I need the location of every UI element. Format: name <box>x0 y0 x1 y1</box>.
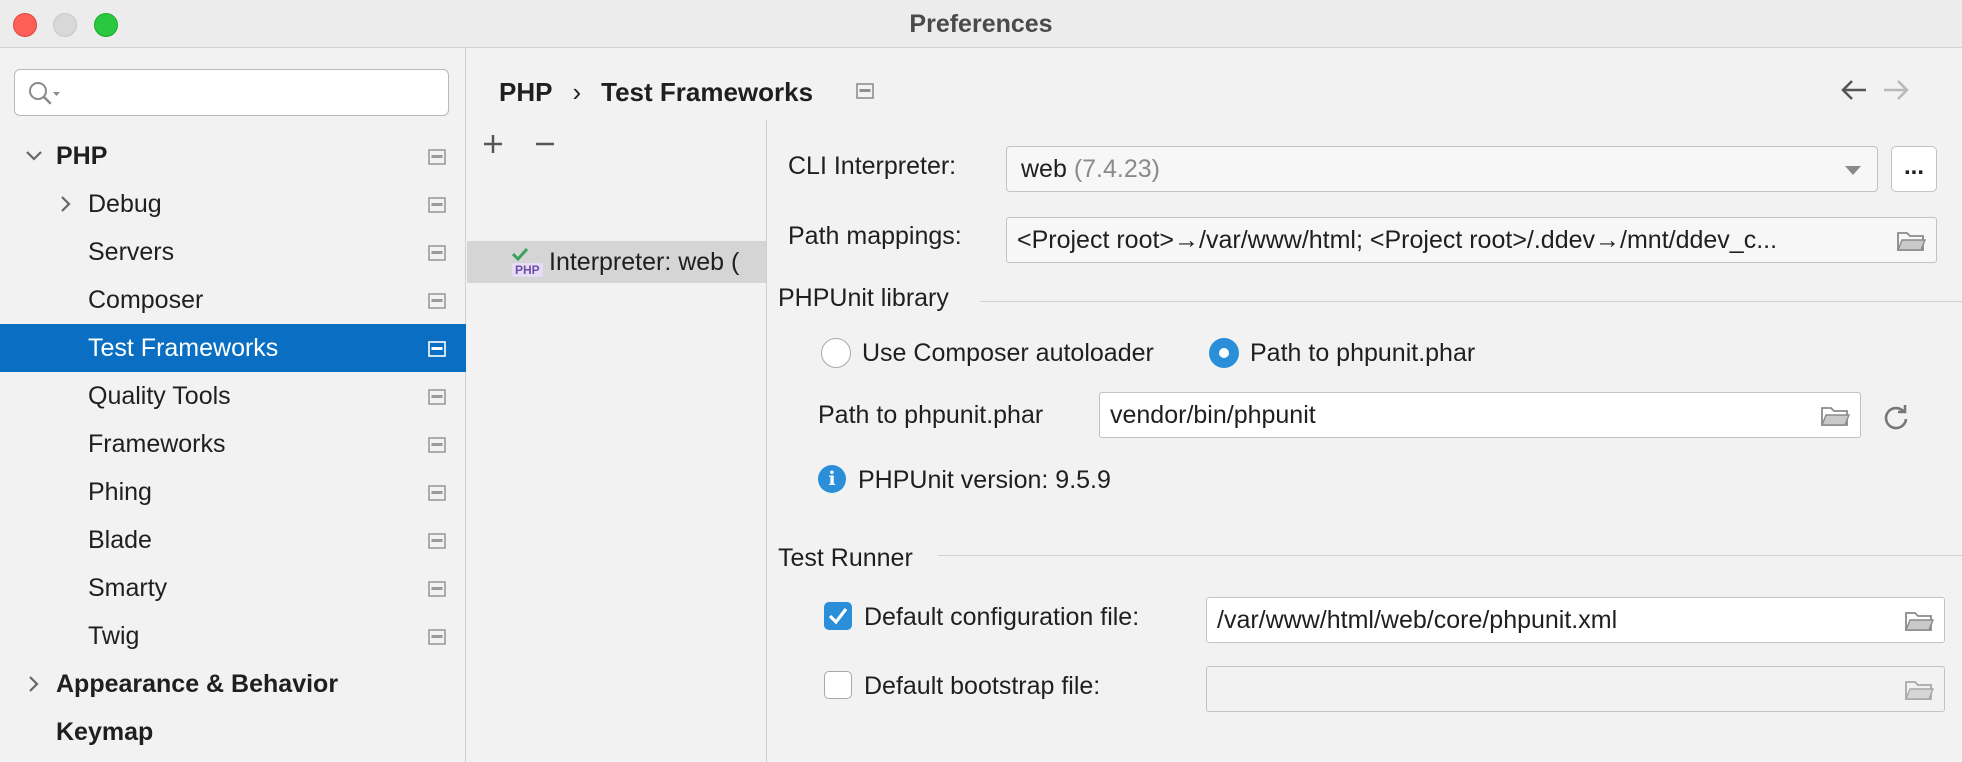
sidebar-item-frameworks[interactable]: Frameworks <box>0 420 466 468</box>
cli-interpreter-select[interactable]: web (7.4.23) <box>1006 146 1878 192</box>
sidebar-item-composer[interactable]: Composer <box>0 276 466 324</box>
phpunit-phar-option-label[interactable]: Path to phpunit.phar <box>1250 339 1475 368</box>
back-arrow-icon[interactable] <box>1839 76 1869 104</box>
sidebar-item-label: Test Frameworks <box>88 334 279 362</box>
browse-interpreters-button[interactable]: ... <box>1891 146 1937 192</box>
search-input[interactable] <box>14 69 449 116</box>
default-config-input[interactable]: /var/www/html/web/core/phpunit.xml <box>1206 597 1945 643</box>
default-bootstrap-input[interactable] <box>1206 666 1945 712</box>
phar-path-value: vendor/bin/phpunit <box>1110 401 1316 429</box>
path-mappings-label: Path mappings: <box>788 222 962 250</box>
main-panel: PHP › Test Frameworks PHP Interpreter: web… <box>467 48 1962 762</box>
project-level-icon <box>428 245 446 261</box>
breadcrumb-current: Test Frameworks <box>601 77 814 107</box>
test-runner-title: Test Runner <box>778 544 913 572</box>
default-bootstrap-label[interactable]: Default bootstrap file: <box>864 672 1100 701</box>
folder-icon[interactable] <box>1904 678 1934 702</box>
title-bar: Preferences <box>0 0 1962 48</box>
chevron-down-icon[interactable] <box>24 146 44 166</box>
project-level-icon <box>428 389 446 405</box>
path-mappings-field[interactable]: <Project root>→/var/www/html; <Project r… <box>1006 217 1937 263</box>
add-icon[interactable] <box>481 132 505 161</box>
project-level-icon <box>428 437 446 453</box>
chevron-right-icon[interactable] <box>56 194 76 214</box>
sidebar: PHP Debug Servers Composer Test Frameworks Qu… <box>0 48 466 762</box>
refresh-icon[interactable] <box>1882 403 1910 431</box>
sidebar-item-phing[interactable]: Phing <box>0 468 466 516</box>
configurations-list: PHP Interpreter: web ( <box>467 120 767 762</box>
project-level-icon <box>856 83 874 99</box>
sidebar-item-label: Smarty <box>88 574 168 602</box>
default-config-checkbox[interactable] <box>824 602 852 630</box>
sidebar-item-label: Servers <box>88 238 175 266</box>
sidebar-item-smarty[interactable]: Smarty <box>0 564 466 612</box>
sidebar-item-label: Blade <box>88 526 152 554</box>
sidebar-item-label: Debug <box>88 190 162 218</box>
remove-icon[interactable] <box>533 132 557 161</box>
project-level-icon <box>428 629 446 645</box>
phar-path-label: Path to phpunit.phar <box>818 401 1044 429</box>
default-config-label[interactable]: Default configuration file: <box>864 603 1139 632</box>
sidebar-item-servers[interactable]: Servers <box>0 228 466 276</box>
phpunit-phar-radio[interactable] <box>1209 338 1239 368</box>
folder-icon[interactable] <box>1896 229 1926 253</box>
section-divider <box>980 301 1962 302</box>
forward-arrow-icon[interactable] <box>1881 76 1911 104</box>
project-level-icon <box>428 581 446 597</box>
check-icon <box>511 247 529 261</box>
folder-icon[interactable] <box>1904 609 1934 633</box>
sidebar-item-label: Frameworks <box>88 430 226 458</box>
checkmark-icon <box>828 608 848 625</box>
breadcrumb-separator: › <box>572 77 582 107</box>
php-icon: PHP <box>512 263 543 277</box>
chevron-right-icon[interactable] <box>24 674 44 694</box>
project-level-icon <box>428 149 446 165</box>
sidebar-item-label: Phing <box>88 478 152 506</box>
sidebar-item-debug[interactable]: Debug <box>0 180 466 228</box>
project-level-icon <box>428 533 446 549</box>
sidebar-item-label: Composer <box>88 286 204 314</box>
default-config-value: /var/www/html/web/core/phpunit.xml <box>1217 606 1618 634</box>
sidebar-item-twig[interactable]: Twig <box>0 612 466 660</box>
phar-path-input[interactable]: vendor/bin/phpunit <box>1099 392 1861 438</box>
composer-autoloader-radio[interactable] <box>821 338 851 368</box>
sidebar-item-test-frameworks[interactable]: Test Frameworks <box>0 324 466 372</box>
list-item-label: Interpreter: web ( <box>549 248 740 276</box>
project-level-icon <box>428 485 446 501</box>
sidebar-item-php[interactable]: PHP <box>0 132 466 180</box>
folder-icon[interactable] <box>1820 404 1850 428</box>
composer-autoloader-label[interactable]: Use Composer autoloader <box>862 339 1154 368</box>
sidebar-item-blade[interactable]: Blade <box>0 516 466 564</box>
breadcrumb: PHP › Test Frameworks <box>499 74 813 110</box>
cli-interpreter-label: CLI Interpreter: <box>788 152 957 180</box>
sidebar-item-label: PHP <box>56 142 108 170</box>
default-bootstrap-checkbox[interactable] <box>824 671 852 699</box>
sidebar-item-label: Twig <box>88 622 140 650</box>
cli-interpreter-version: (7.4.23) <box>1066 155 1160 183</box>
sidebar-item-keymap[interactable]: Keymap <box>0 708 466 756</box>
list-item[interactable]: PHP Interpreter: web ( <box>467 241 766 283</box>
phpunit-version-text: PHPUnit version: 9.5.9 <box>858 466 1111 494</box>
chevron-down-icon <box>1845 166 1861 175</box>
phpunit-library-title: PHPUnit library <box>778 284 949 312</box>
breadcrumb-parent[interactable]: PHP <box>499 77 552 107</box>
project-level-icon <box>428 293 446 309</box>
window-title: Preferences <box>909 10 1053 38</box>
sidebar-item-appearance-behavior[interactable]: Appearance & Behavior <box>0 660 466 708</box>
info-icon: i <box>818 465 846 493</box>
project-level-icon <box>428 341 446 357</box>
search-icon[interactable] <box>27 80 61 106</box>
project-level-icon <box>428 197 446 213</box>
sidebar-item-label: Keymap <box>56 718 154 746</box>
sidebar-item-label: Quality Tools <box>88 382 231 410</box>
sidebar-item-label: Appearance & Behavior <box>56 670 339 698</box>
sidebar-item-quality-tools[interactable]: Quality Tools <box>0 372 466 420</box>
cli-interpreter-name: web <box>1021 155 1067 183</box>
section-divider <box>938 555 1962 556</box>
path-mappings-value: <Project root>→/var/www/html; <Project r… <box>1017 226 1778 254</box>
